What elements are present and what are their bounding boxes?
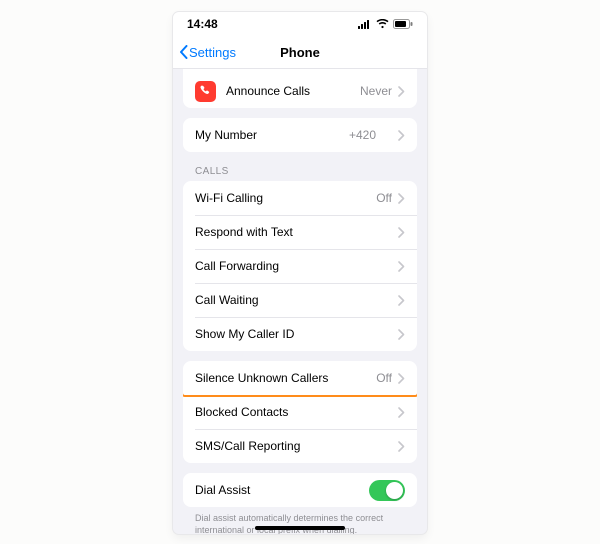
row-label: Announce Calls — [226, 84, 360, 98]
row-label: Respond with Text — [195, 225, 398, 239]
row-silence-unknown[interactable]: Silence Unknown Callers Off — [183, 361, 417, 395]
row-call-waiting[interactable]: Call Waiting — [183, 283, 417, 317]
group-dial-assist: Dial Assist — [183, 473, 417, 507]
chevron-right-icon — [398, 193, 405, 204]
chevron-right-icon — [398, 441, 405, 452]
row-respond-text[interactable]: Respond with Text — [183, 215, 417, 249]
row-label: Call Waiting — [195, 293, 398, 307]
row-value: Off — [376, 191, 392, 205]
settings-content: Announce Calls Never My Number +420 CALL… — [173, 68, 427, 534]
row-label: Blocked Contacts — [195, 405, 398, 419]
row-wifi-calling[interactable]: Wi-Fi Calling Off — [183, 181, 417, 215]
row-label: Show My Caller ID — [195, 327, 398, 341]
row-value: Never — [360, 84, 392, 98]
group-my-number: My Number +420 — [183, 118, 417, 152]
group-calls: Wi-Fi Calling Off Respond with Text Call… — [183, 181, 417, 351]
back-label: Settings — [189, 45, 236, 60]
group-announce: Announce Calls Never — [183, 68, 417, 108]
phone-app-icon — [195, 81, 216, 102]
chevron-right-icon — [398, 373, 405, 384]
chevron-right-icon — [398, 86, 405, 97]
group-silence: Silence Unknown Callers Off Blocked Cont… — [183, 361, 417, 463]
row-value: +420 — [349, 128, 376, 142]
row-call-forwarding[interactable]: Call Forwarding — [183, 249, 417, 283]
row-label: SMS/Call Reporting — [195, 439, 398, 453]
row-label: Silence Unknown Callers — [195, 371, 376, 385]
section-header-calls: CALLS — [183, 166, 417, 181]
row-label: Wi-Fi Calling — [195, 191, 376, 205]
row-label: Call Forwarding — [195, 259, 398, 273]
highlight-silence-unknown: Silence Unknown Callers Off — [183, 361, 417, 397]
row-sms-call-reporting[interactable]: SMS/Call Reporting — [183, 429, 417, 463]
row-my-number[interactable]: My Number +420 — [183, 118, 417, 152]
wifi-icon — [376, 19, 389, 29]
signal-icon — [358, 19, 372, 29]
chevron-left-icon — [179, 45, 188, 59]
row-label: My Number — [195, 128, 349, 142]
chevron-right-icon — [398, 295, 405, 306]
battery-icon — [393, 19, 413, 29]
status-icons — [358, 19, 413, 29]
home-indicator[interactable] — [255, 526, 345, 530]
row-dial-assist[interactable]: Dial Assist — [183, 473, 417, 507]
status-bar: 14:48 — [173, 12, 427, 36]
chevron-right-icon — [398, 329, 405, 340]
row-value: Off — [376, 371, 392, 385]
row-show-caller-id[interactable]: Show My Caller ID — [183, 317, 417, 351]
chevron-right-icon — [398, 407, 405, 418]
phone-frame: 14:48 Settings Phone Announce — [173, 12, 427, 534]
row-blocked-contacts[interactable]: Blocked Contacts — [183, 395, 417, 429]
chevron-right-icon — [398, 227, 405, 238]
row-announce-calls[interactable]: Announce Calls Never — [183, 74, 417, 108]
chevron-right-icon — [398, 261, 405, 272]
back-button[interactable]: Settings — [173, 45, 236, 60]
navbar: Settings Phone — [173, 36, 427, 69]
row-label: Dial Assist — [195, 483, 369, 497]
dial-assist-toggle[interactable] — [369, 480, 405, 501]
status-time: 14:48 — [187, 17, 218, 31]
chevron-right-icon — [398, 130, 405, 141]
